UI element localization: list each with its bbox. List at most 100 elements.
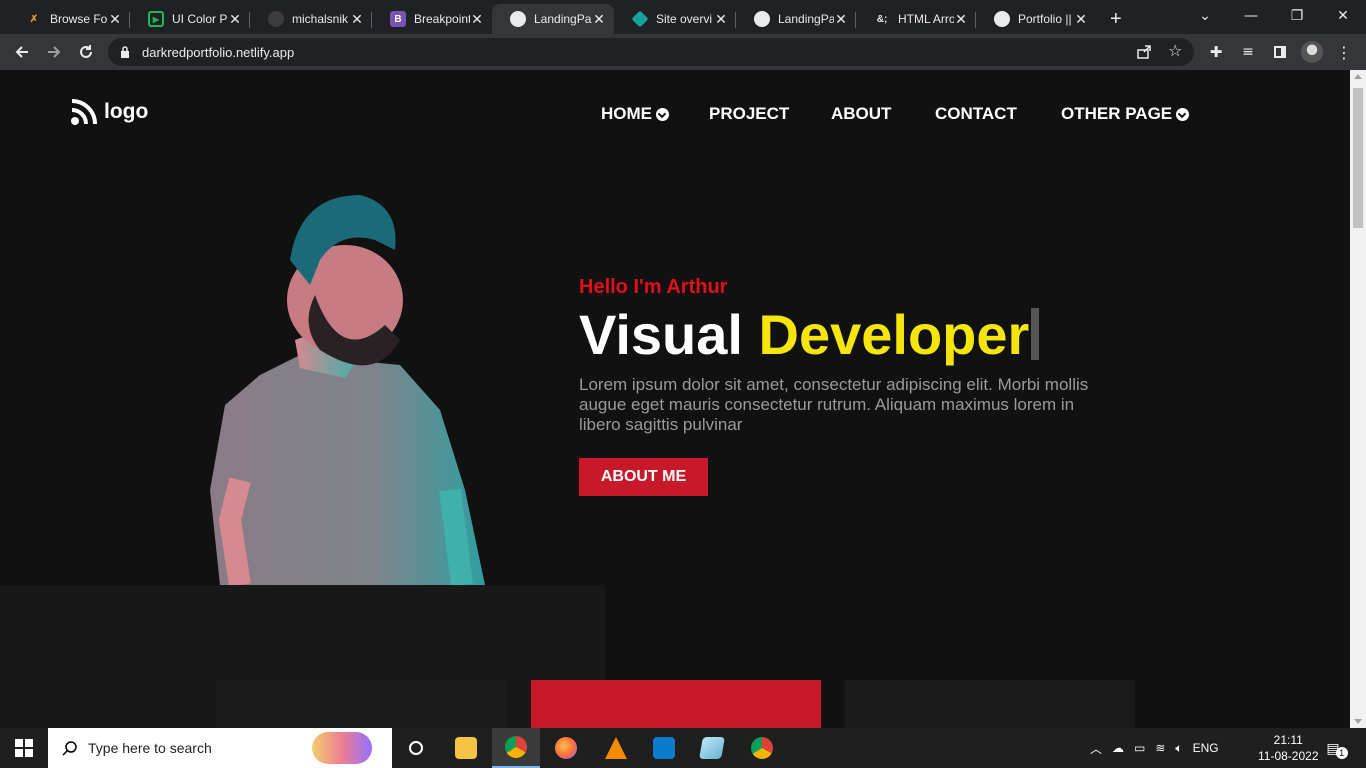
page-viewport: logo HOME PROJECT ABOUT CONTACT OTHER PA… [0, 70, 1350, 728]
chevron-down-icon [1176, 107, 1190, 121]
back-button[interactable] [8, 38, 36, 66]
tab-title: Breakpoint [414, 12, 470, 26]
task-view-button[interactable] [392, 728, 440, 768]
browser-toolbar: darkredportfolio.netlify.app ☆ ✚ ≡ ⋮ [0, 34, 1366, 70]
browser-menu-icon[interactable]: ⋮ [1330, 38, 1358, 66]
chrome-icon [751, 737, 773, 759]
tab-close-icon[interactable]: ✕ [350, 11, 364, 28]
github-icon [268, 11, 284, 27]
address-bar[interactable]: darkredportfolio.netlify.app ☆ [108, 38, 1194, 66]
browser-tab[interactable]: B Breakpoint ✕ [372, 4, 492, 34]
service-card[interactable] [216, 680, 506, 728]
tab-close-icon[interactable]: ✕ [714, 11, 728, 28]
hero-greeting: Hello I'm Arthur [579, 276, 728, 298]
vlc-cone-icon [605, 737, 627, 759]
system-tray: ︿ ☁ ▭ ≋ 🔈︎ ENG [1090, 728, 1219, 768]
forward-button[interactable] [40, 38, 68, 66]
tab-close-icon[interactable]: ✕ [228, 11, 242, 28]
browser-tab[interactable]: LandingPa ✕ [736, 4, 856, 34]
tab-close-icon[interactable]: ✕ [470, 11, 484, 28]
scroll-up-arrow-icon[interactable] [1354, 74, 1362, 79]
globe-icon [754, 11, 770, 27]
taskbar-search-box[interactable]: Type here to search [48, 728, 392, 768]
minimize-button[interactable]: — [1228, 0, 1274, 32]
nav-project[interactable]: PROJECT [709, 104, 789, 124]
language-indicator[interactable]: ENG [1193, 741, 1219, 755]
browser-tab[interactable]: Site overvi ✕ [614, 4, 736, 34]
taskbar-app[interactable] [688, 728, 736, 768]
lock-icon [121, 46, 129, 58]
logo-text: logo [104, 100, 149, 123]
battery-icon[interactable]: ▭ [1134, 741, 1145, 755]
tab-close-icon[interactable]: ✕ [1074, 11, 1088, 28]
new-tab-button[interactable]: + [1100, 4, 1140, 34]
maximize-button[interactable]: ❐ [1274, 0, 1320, 32]
tab-favicon: ✗ [29, 13, 39, 25]
taskbar-firefox[interactable] [542, 728, 590, 768]
scrollbar-thumb[interactable] [1353, 88, 1363, 228]
wifi-icon[interactable]: ≋ [1155, 741, 1165, 755]
tab-close-icon[interactable]: ✕ [108, 11, 122, 28]
tab-search-chevron-icon[interactable]: ⌄ [1182, 0, 1228, 32]
hero-description: Lorem ipsum dolor sit amet, consectetur … [579, 375, 1089, 434]
notification-button[interactable]: ▤ 1 [1322, 728, 1352, 768]
page-scrollbar[interactable] [1350, 70, 1366, 728]
windows-taskbar: Type here to search ︿ ☁ ▭ ≋ 🔈︎ ENG 21:11… [0, 728, 1366, 768]
browser-tab[interactable]: ✗ Browse For ✕ [8, 4, 130, 34]
tab-close-icon[interactable]: ✕ [834, 11, 848, 28]
search-placeholder: Type here to search [88, 740, 212, 756]
chevron-up-icon[interactable]: ︿ [1090, 740, 1102, 757]
firefox-icon [555, 737, 577, 759]
notification-badge: 1 [1335, 747, 1348, 759]
clock[interactable]: 21:11 11-08-2022 [1258, 728, 1319, 768]
tab-favicon: ▶ [148, 11, 164, 27]
browser-tab[interactable]: &; HTML Arro ✕ [856, 4, 976, 34]
nav-home[interactable]: HOME [601, 104, 669, 124]
taskbar-vlc[interactable] [592, 728, 640, 768]
taskbar-chrome-active[interactable] [492, 728, 540, 768]
browser-tab[interactable]: Portfolio || ✕ [976, 4, 1096, 34]
site-logo[interactable]: logo [70, 98, 148, 126]
tab-title: HTML Arro [898, 12, 954, 26]
tab-close-icon[interactable]: ✕ [954, 11, 968, 28]
taskbar-vscode[interactable] [640, 728, 688, 768]
media-control-icon[interactable]: ≡ [1234, 38, 1262, 66]
tab-title: Browse For [50, 12, 108, 26]
about-me-button[interactable]: ABOUT ME [579, 458, 708, 496]
folder-icon [455, 737, 477, 759]
profile-avatar[interactable] [1298, 38, 1326, 66]
cloud-icon[interactable]: ☁ [1112, 741, 1124, 755]
side-panel-icon[interactable] [1266, 38, 1294, 66]
globe-icon [510, 11, 526, 27]
clock-date: 11-08-2022 [1258, 749, 1319, 763]
tab-title: Site overvi [656, 12, 713, 26]
service-card-highlighted[interactable] [531, 680, 821, 728]
close-window-button[interactable]: ✕ [1320, 0, 1366, 32]
extensions-puzzle-icon[interactable]: ✚ [1202, 38, 1230, 66]
taskbar-chrome-2[interactable] [738, 728, 786, 768]
chevron-down-icon [656, 107, 669, 121]
nav-other-page[interactable]: OTHER PAGE [1061, 104, 1190, 124]
netlify-icon [631, 10, 649, 28]
clock-time: 21:11 [1273, 733, 1303, 747]
nav-about[interactable]: ABOUT [831, 104, 891, 124]
tab-title: michalsnik [292, 12, 349, 26]
reload-button[interactable] [72, 38, 100, 66]
share-icon[interactable] [1136, 44, 1152, 60]
volume-icon[interactable]: 🔈︎ [1175, 741, 1182, 756]
browser-tab[interactable]: ▶ UI Color Pi ✕ [130, 4, 250, 34]
bookmark-star-icon[interactable]: ☆ [1168, 41, 1182, 60]
url-text: darkredportfolio.netlify.app [142, 45, 295, 60]
service-card[interactable] [845, 680, 1135, 728]
browser-tab[interactable]: michalsnik ✕ [250, 4, 372, 34]
start-button[interactable] [0, 728, 48, 768]
taskbar-file-explorer[interactable] [442, 728, 490, 768]
hero-title-plain: Visual [579, 303, 759, 366]
rss-logo-icon [71, 99, 97, 125]
browser-tab-active[interactable]: LandingPa ✕ [492, 4, 614, 34]
nav-contact[interactable]: CONTACT [935, 104, 1017, 124]
scroll-down-arrow-icon[interactable] [1354, 719, 1362, 724]
tab-title: LandingPa [778, 12, 834, 26]
chrome-icon [505, 736, 527, 758]
tab-close-icon[interactable]: ✕ [592, 11, 606, 28]
